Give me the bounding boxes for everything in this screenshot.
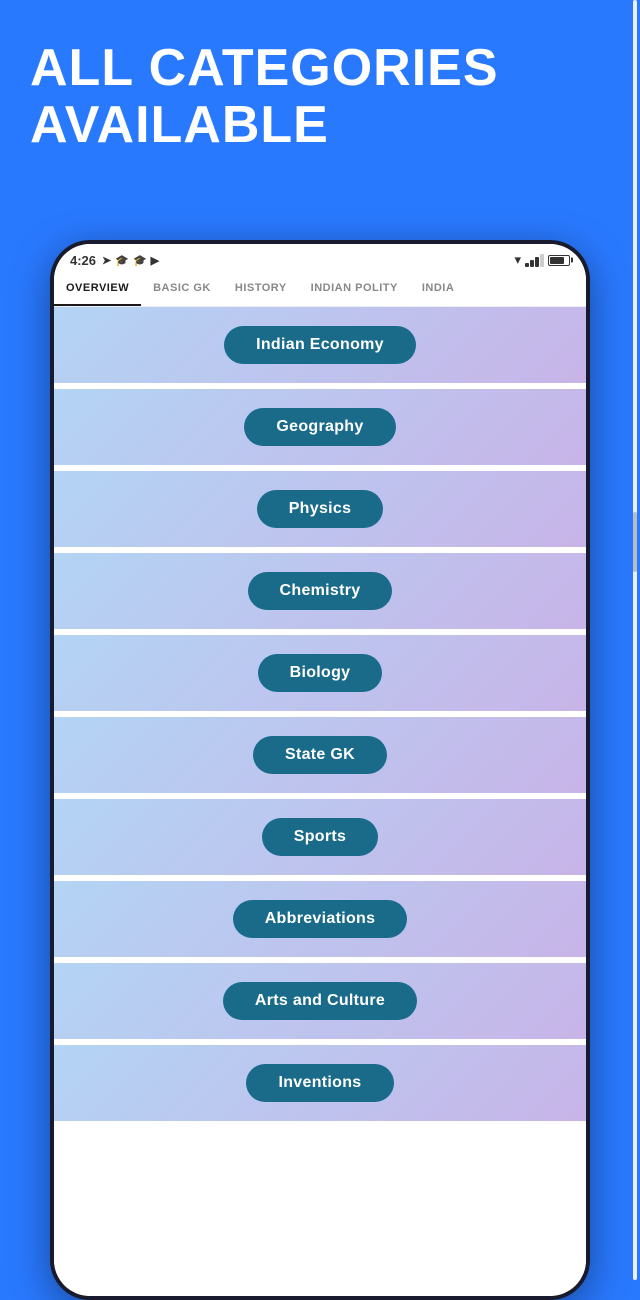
school-icon: 🎓 (115, 254, 129, 267)
tab-basic-gk[interactable]: BASIC GK (141, 272, 223, 306)
category-row[interactable]: Physics (54, 471, 586, 553)
category-row[interactable]: Sports (54, 799, 586, 881)
battery-fill (550, 257, 564, 264)
signal-bar-3 (535, 257, 539, 267)
status-left: 4:26 ➤ 🎓 🎓 ▶ (70, 253, 159, 268)
category-row[interactable]: Indian Economy (54, 307, 586, 389)
category-btn-physics[interactable]: Physics (257, 490, 384, 528)
signal-bar-2 (530, 260, 534, 267)
battery-icon (548, 255, 570, 266)
status-icons: ➤ 🎓 🎓 ▶ (102, 254, 159, 267)
status-time: 4:26 (70, 253, 96, 268)
category-btn-geography[interactable]: Geography (244, 408, 395, 446)
wifi-icon: ▾ (514, 252, 521, 268)
tab-history[interactable]: HISTORY (223, 272, 299, 306)
category-btn-inventions[interactable]: Inventions (246, 1064, 393, 1102)
category-btn-state-gk[interactable]: State GK (253, 736, 387, 774)
category-btn-sports[interactable]: Sports (262, 818, 378, 856)
category-row[interactable]: State GK (54, 717, 586, 799)
category-row[interactable]: Inventions (54, 1045, 586, 1127)
category-btn-arts-culture[interactable]: Arts and Culture (223, 982, 417, 1020)
category-btn-chemistry[interactable]: Chemistry (248, 572, 393, 610)
status-bar: 4:26 ➤ 🎓 🎓 ▶ ▾ (54, 244, 586, 272)
category-btn-abbreviations[interactable]: Abbreviations (233, 900, 408, 938)
phone-screen: 4:26 ➤ 🎓 🎓 ▶ ▾ (54, 244, 586, 1296)
page-title: ALL CATEGORIES AVAILABLE (30, 40, 499, 154)
scrollbar-thumb[interactable] (633, 512, 637, 572)
category-row[interactable]: Biology (54, 635, 586, 717)
phone-frame: 4:26 ➤ 🎓 🎓 ▶ ▾ (50, 240, 590, 1300)
category-row[interactable]: Abbreviations (54, 881, 586, 963)
tab-overview[interactable]: OVERVIEW (54, 272, 141, 306)
status-right: ▾ (514, 252, 570, 268)
category-row[interactable]: Geography (54, 389, 586, 471)
category-btn-biology[interactable]: Biology (258, 654, 383, 692)
tabs-bar: OVERVIEW BASIC GK HISTORY INDIAN POLITY … (54, 272, 586, 307)
categories-list: Indian Economy Geography Physics Chemist… (54, 307, 586, 1296)
youtube-icon: ▶ (151, 254, 159, 267)
scrollbar-track (633, 0, 637, 1280)
category-row[interactable]: Arts and Culture (54, 963, 586, 1045)
signal-bar-4 (540, 254, 544, 267)
category-btn-indian-economy[interactable]: Indian Economy (224, 326, 416, 364)
tab-indian-polity[interactable]: INDIAN POLITY (299, 272, 410, 306)
category-row[interactable]: Chemistry (54, 553, 586, 635)
mortarboard-icon: 🎓 (133, 254, 147, 267)
location-icon: ➤ (102, 254, 111, 267)
tab-india[interactable]: INDIA (410, 272, 466, 306)
signal-bar-1 (525, 263, 529, 267)
